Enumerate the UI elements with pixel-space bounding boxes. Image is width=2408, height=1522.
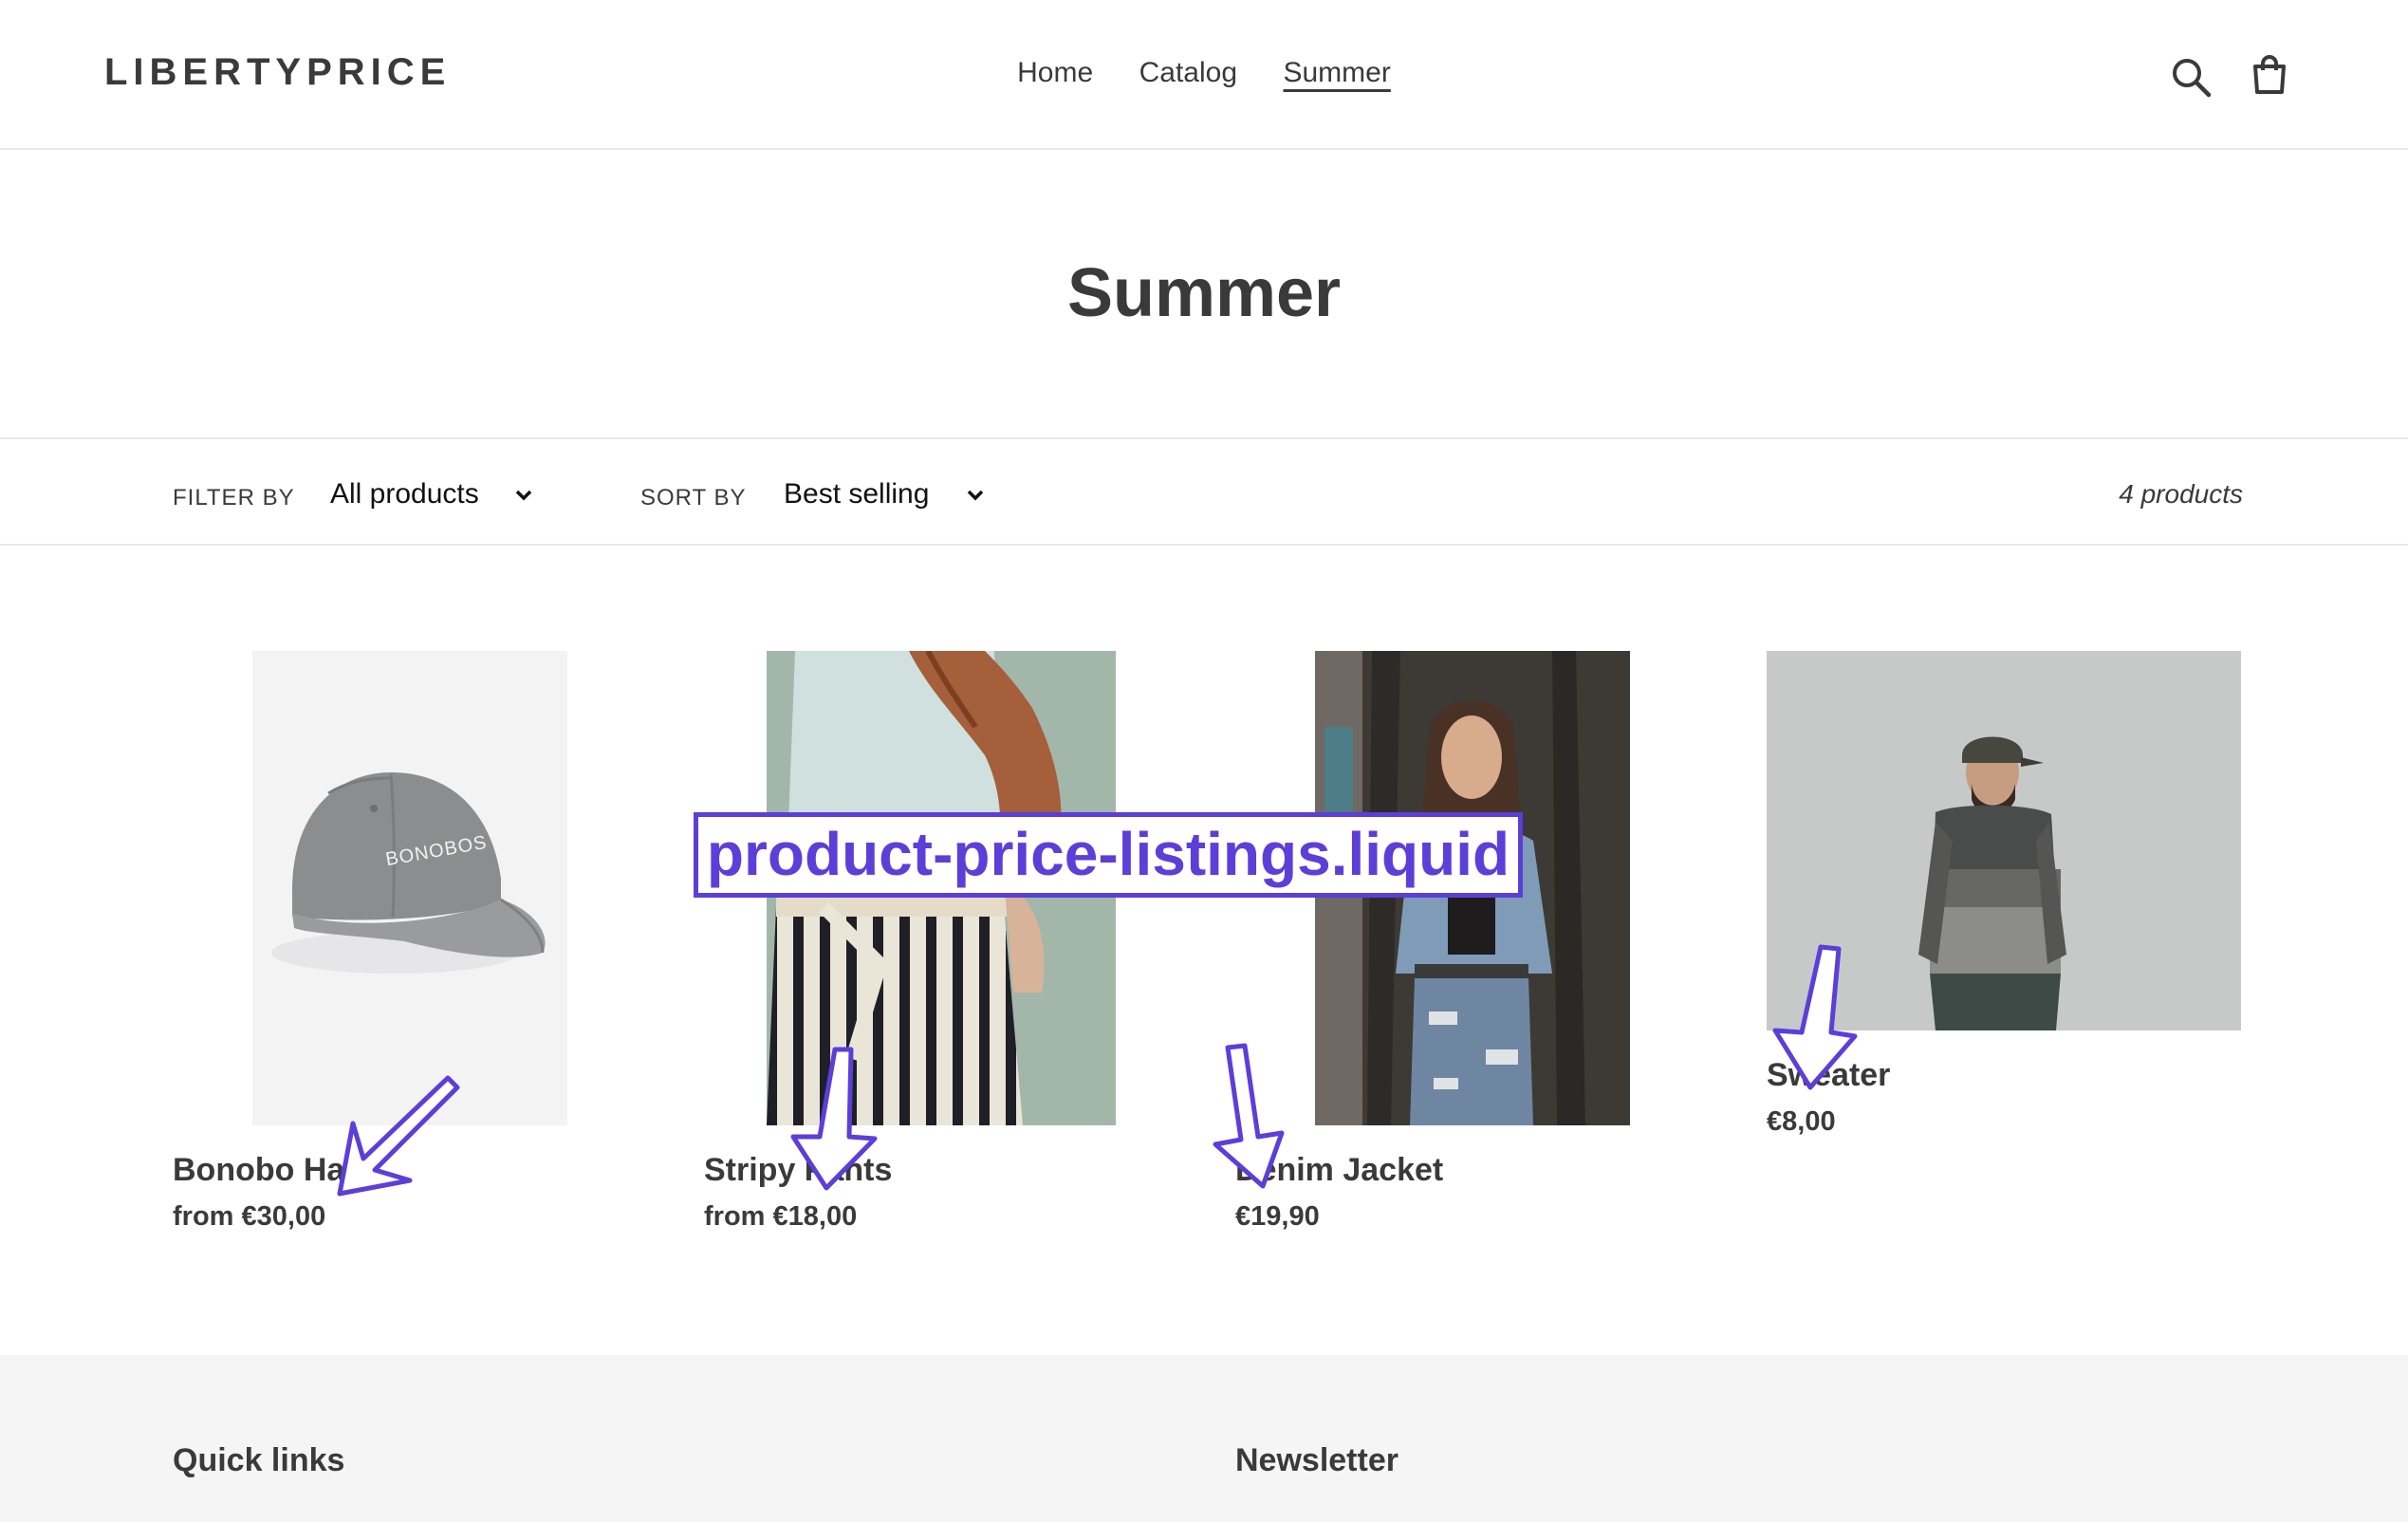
annotation-arrow-icon — [1772, 944, 1858, 1090]
site-footer: Quick links Newsletter — [0, 1355, 2408, 1522]
footer-quick-links-heading: Quick links — [173, 1442, 345, 1478]
annotation-arrow-icon — [337, 1075, 460, 1197]
annotation-arrows — [337, 944, 1858, 1197]
annotation-arrow-icon — [1213, 1043, 1285, 1189]
footer-newsletter-heading: Newsletter — [1235, 1442, 1398, 1478]
annotation-arrow-icon — [790, 1047, 878, 1191]
